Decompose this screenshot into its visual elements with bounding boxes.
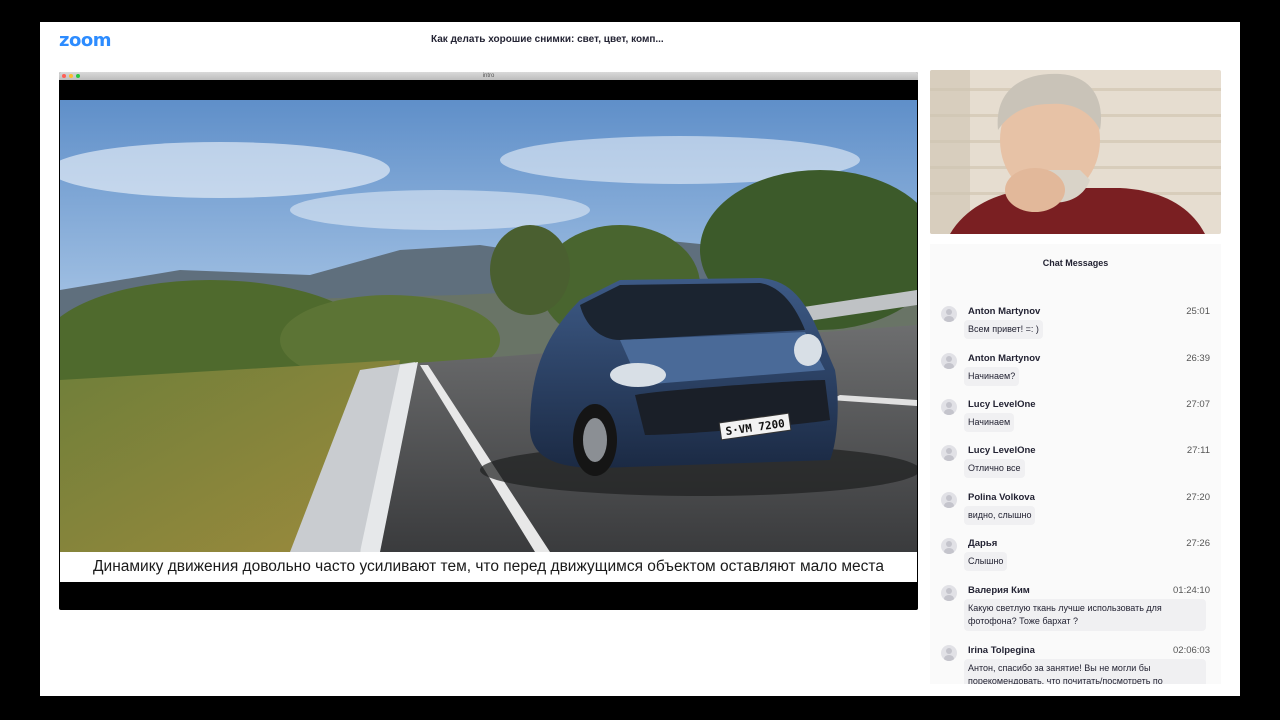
avatar-icon <box>941 645 957 661</box>
chat-sender: Lucy LevelOne <box>968 445 1036 456</box>
chat-sender: Валерия Ким <box>968 585 1030 596</box>
avatar-icon <box>941 538 957 554</box>
chat-text: Антон, спасибо за занятие! Вы не могли б… <box>964 659 1206 684</box>
chat-time: 25:01 <box>1186 306 1210 317</box>
shared-window-titlebar: intro <box>59 72 918 80</box>
chat-time: 01:24:10 <box>1173 585 1210 596</box>
chat-time: 27:11 <box>1186 445 1210 456</box>
slide-caption: Динамику движения довольно часто усилива… <box>93 558 884 575</box>
chat-text: Начинаем <box>964 413 1015 432</box>
chat-time: 26:39 <box>1186 353 1210 364</box>
chat-text: видно, слышно <box>964 506 1036 525</box>
avatar-icon <box>941 445 957 461</box>
chat-time: 27:26 <box>1186 538 1210 549</box>
chat-sender: Irina Tolpegina <box>968 645 1035 656</box>
chat-text: Слышно <box>964 552 1008 571</box>
chat-sender: Anton Martynov <box>968 353 1041 364</box>
meeting-title: Как делать хорошие снимки: свет, цвет, к… <box>431 34 664 45</box>
chat-text: Начинаем? <box>964 367 1020 386</box>
chat-text: Отлично все <box>964 459 1025 478</box>
chat-panel: Chat Messages Anton Martynov 25:01 Всем … <box>930 244 1221 684</box>
chat-text: Всем привет! =: ) <box>964 320 1043 339</box>
chat-header: Chat Messages <box>1042 258 1109 268</box>
chat-sender: Anton Martynov <box>968 306 1041 317</box>
zoom-window: zoom Как делать хорошие снимки: свет, цв… <box>40 22 1240 696</box>
chat-sender: Lucy LevelOne <box>968 399 1036 410</box>
avatar-icon <box>941 306 957 322</box>
zoom-logo: zoom <box>59 30 111 51</box>
slide-photo-car: S·VM 7200 <box>60 100 917 552</box>
chat-time: 02:06:03 <box>1173 645 1210 656</box>
avatar-icon <box>941 492 957 508</box>
shared-screen[interactable]: intro S·VM 7200 Динамику движения доволь… <box>59 72 918 610</box>
avatar-icon <box>941 353 957 369</box>
chat-sender: Polina Volkova <box>968 492 1035 503</box>
speaker-video[interactable] <box>930 70 1221 234</box>
chat-sender: Дарья <box>968 538 998 549</box>
slide-caption-bar: Динамику движения довольно часто усилива… <box>60 552 917 582</box>
chat-time: 27:07 <box>1186 399 1210 410</box>
avatar-icon <box>941 399 957 415</box>
shared-window-title: intro <box>482 73 495 79</box>
chat-text: Какую светлую ткань лучше использовать д… <box>964 599 1206 631</box>
chat-time: 27:20 <box>1186 492 1210 503</box>
avatar-icon <box>941 585 957 601</box>
